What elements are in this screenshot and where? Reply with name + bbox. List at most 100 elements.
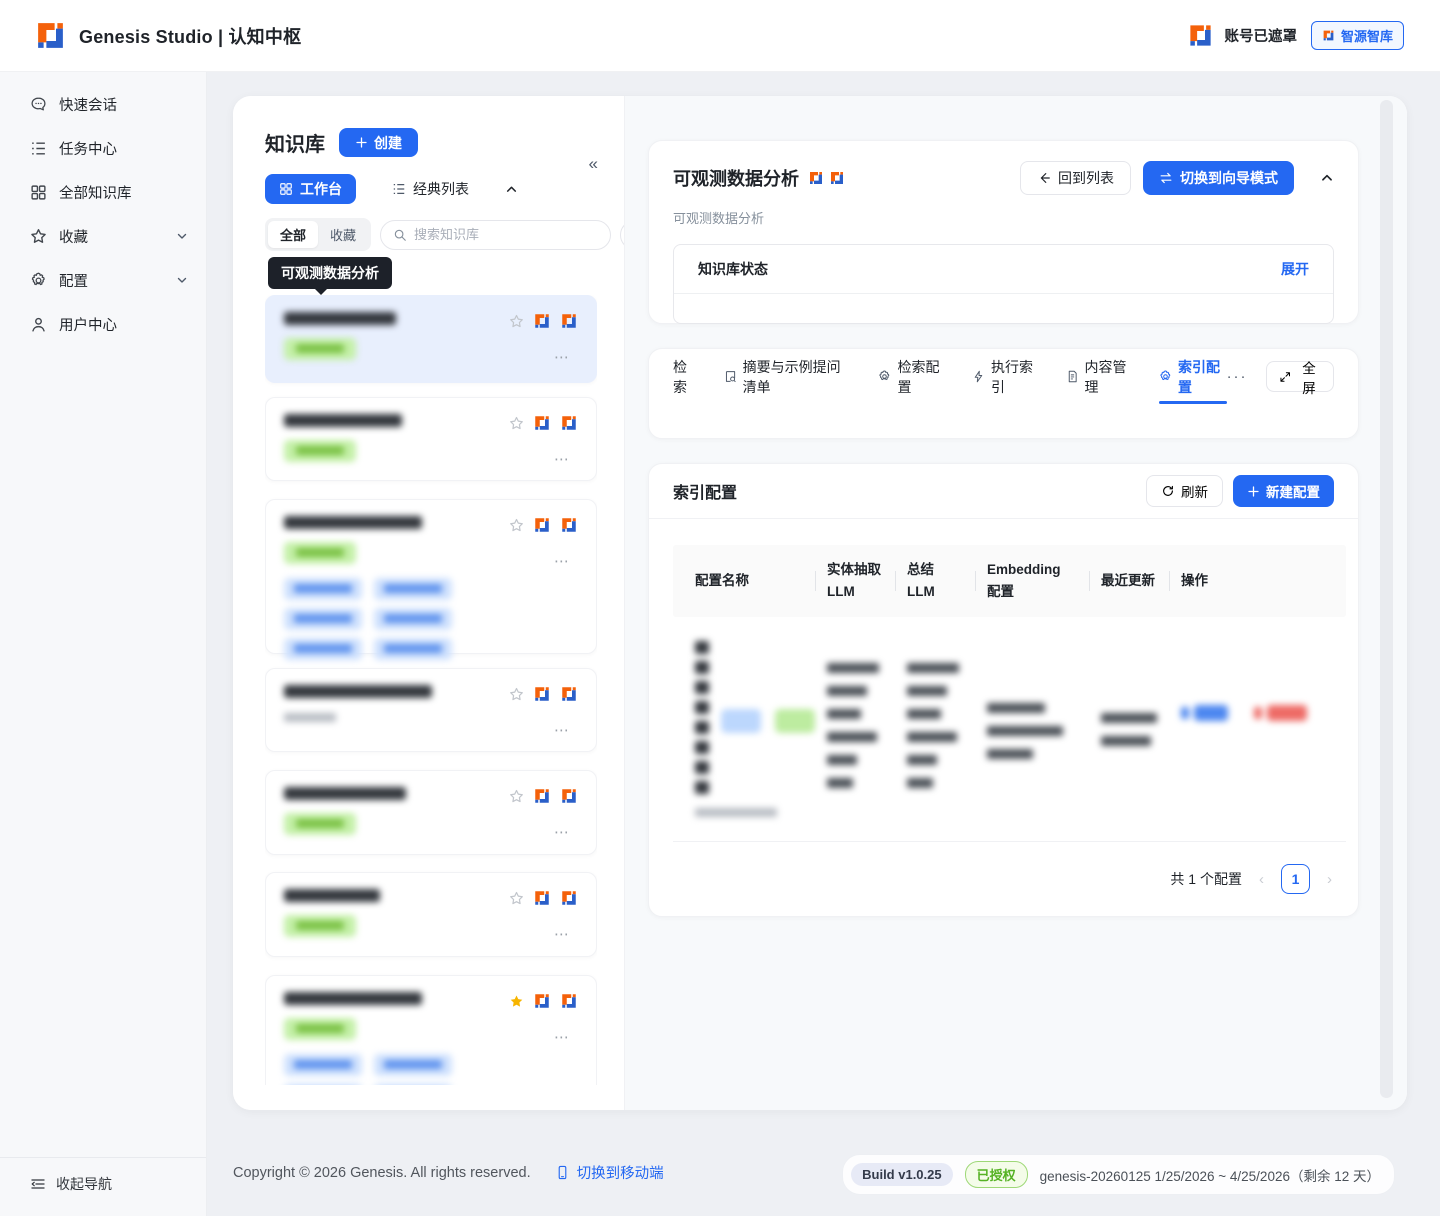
kb-search-input[interactable] — [414, 227, 574, 242]
fullscreen-icon — [1279, 370, 1291, 384]
kb-card-subtitle-redacted — [284, 713, 336, 722]
chevron-down-icon — [176, 274, 188, 286]
switch-wizard-mode-button[interactable]: 切换到向导模式 — [1143, 161, 1294, 195]
sidebar-item-all-kb[interactable]: 全部知识库 — [0, 170, 206, 214]
plus-icon — [1247, 485, 1260, 498]
fullscreen-button[interactable]: 全屏 — [1266, 361, 1334, 392]
kb-card-tag-redacted — [374, 608, 452, 630]
kb-card[interactable]: ⋯ — [265, 770, 597, 855]
refresh-button[interactable]: 刷新 — [1146, 475, 1223, 507]
kb-card[interactable]: ⋯ — [265, 975, 597, 1085]
kb-card-more-icon[interactable]: ⋯ — [554, 450, 570, 468]
table-row[interactable] — [673, 617, 1346, 842]
swap-icon — [1159, 171, 1173, 185]
new-config-button[interactable]: 新建配置 — [1233, 475, 1334, 507]
sidebar-item-label: 任务中心 — [59, 138, 117, 159]
sidebar-item-user-center[interactable]: 用户中心 — [0, 302, 206, 346]
org-badge-label: 智源智库 — [1341, 26, 1393, 45]
kb-view-tab-label: 经典列表 — [413, 179, 469, 199]
chevron-up-icon[interactable] — [505, 183, 518, 196]
kb-search-box — [380, 220, 611, 250]
embedding-config-redacted — [987, 703, 1077, 759]
sidebar-item-settings[interactable]: 配置 — [0, 258, 206, 302]
kb-type-logo-icon — [829, 170, 845, 186]
star-icon[interactable] — [509, 789, 524, 804]
kb-card-more-icon[interactable]: ⋯ — [554, 823, 570, 841]
index-config-title: 索引配置 — [673, 479, 737, 503]
kb-card-more-icon[interactable]: ⋯ — [554, 1028, 570, 1046]
kb-card-more-icon[interactable]: ⋯ — [554, 925, 570, 943]
star-icon[interactable] — [509, 891, 524, 906]
tab-retrieval-config[interactable]: 检索配置 — [878, 349, 946, 404]
back-to-list-label: 回到列表 — [1058, 168, 1114, 188]
sidebar-item-favorites[interactable]: 收藏 — [0, 214, 206, 258]
sidebar-item-label: 全部知识库 — [59, 182, 132, 203]
pagination-page-1[interactable]: 1 — [1281, 864, 1310, 894]
tabs-overflow-icon[interactable]: ··· — [1227, 368, 1248, 385]
tab-run-index[interactable]: 执行索引 — [972, 349, 1040, 404]
detail-tab-strip: 检索 摘要与示例提问清单 检索配置 执行索引 — [673, 349, 1227, 404]
document-icon — [1066, 369, 1079, 384]
kb-card-status-badge-redacted — [284, 338, 356, 360]
config-tag-redacted — [721, 709, 761, 733]
kb-type-logo-icon — [533, 312, 551, 330]
kb-card[interactable]: ⋯ — [265, 397, 597, 481]
col-header-entity-llm: 实体抽取 LLM — [815, 545, 895, 617]
tab-content-management[interactable]: 内容管理 — [1066, 349, 1134, 404]
kb-filter-favorites[interactable]: 收藏 — [318, 221, 368, 248]
kb-filter-all[interactable]: 全部 — [268, 221, 318, 248]
app-title: Genesis Studio | 认知中枢 — [79, 23, 301, 49]
collapse-detail-icon[interactable] — [1320, 171, 1334, 185]
scrollbar[interactable] — [1380, 100, 1393, 1098]
kb-type-logo-icon — [533, 414, 551, 432]
edit-link-redacted[interactable] — [1181, 705, 1228, 721]
license-status-badge: 已授权 — [965, 1161, 1028, 1188]
back-to-list-button[interactable]: 回到列表 — [1020, 161, 1131, 195]
star-filled-icon[interactable] — [509, 994, 524, 1009]
kb-panel-title: 知识库 — [265, 128, 325, 157]
org-badge[interactable]: 智源智库 — [1311, 21, 1404, 50]
account-name: 账号已遮罩 — [1224, 25, 1297, 46]
kb-filter-segment: 全部 收藏 — [265, 218, 371, 251]
kb-card-status-badge-redacted — [284, 915, 356, 937]
tab-summary-examples[interactable]: 摘要与示例提问清单 — [724, 349, 853, 404]
delete-link-redacted[interactable] — [1254, 705, 1307, 721]
star-icon[interactable] — [509, 314, 524, 329]
star-icon[interactable] — [509, 687, 524, 702]
account-menu[interactable]: 账号已遮罩 — [1187, 22, 1297, 49]
kb-card[interactable]: ⋯ — [265, 872, 597, 957]
kb-list-panel: 知识库 创建 « 工作台 经典列表 全部 收藏 — [233, 96, 625, 1110]
kb-card[interactable]: ⋯ — [265, 499, 597, 654]
kb-type-logo-icon — [533, 889, 551, 907]
sidebar-item-task-center[interactable]: 任务中心 — [0, 126, 206, 170]
build-version-badge: Build v1.0.25 — [851, 1163, 952, 1186]
pagination-next-icon[interactable]: › — [1327, 871, 1332, 888]
gear-icon — [30, 272, 47, 289]
kb-view-tab-classic-list[interactable]: 经典列表 — [378, 174, 483, 204]
kb-card-more-icon[interactable]: ⋯ — [554, 552, 570, 570]
kb-card-title-redacted — [284, 787, 406, 800]
kb-status-title: 知识库状态 — [698, 259, 768, 279]
create-kb-button[interactable]: 创建 — [339, 128, 418, 157]
collapse-kb-panel-icon[interactable]: « — [589, 154, 598, 174]
kb-card-title-redacted — [284, 889, 380, 902]
updated-time-redacted — [1101, 713, 1157, 746]
pagination: 共 1 个配置 ‹ 1 › — [649, 864, 1332, 894]
expand-status-link[interactable]: 展开 — [1281, 259, 1309, 279]
kb-view-tab-workbench[interactable]: 工作台 — [265, 174, 356, 204]
kb-card-more-icon[interactable]: ⋯ — [554, 348, 570, 366]
star-icon[interactable] — [509, 416, 524, 431]
kb-card-tag-redacted — [284, 578, 362, 600]
tab-index-config[interactable]: 索引配置 — [1159, 349, 1227, 404]
kb-card-more-icon[interactable]: ⋯ — [554, 721, 570, 739]
kb-type-logo-icon — [560, 685, 578, 703]
pagination-prev-icon[interactable]: ‹ — [1259, 871, 1264, 888]
kb-card[interactable]: ⋯ — [265, 668, 597, 752]
chat-icon — [30, 96, 47, 113]
switch-to-mobile-link[interactable]: 切换到移动端 — [555, 1162, 664, 1183]
sidebar-item-quick-chat[interactable]: 快速会话 — [0, 82, 206, 126]
star-icon[interactable] — [509, 518, 524, 533]
tab-retrieval[interactable]: 检索 — [673, 349, 698, 404]
build-info-pill: Build v1.0.25 已授权 genesis-20260125 1/25/… — [842, 1154, 1395, 1195]
kb-card[interactable]: ⋯ — [265, 295, 597, 383]
